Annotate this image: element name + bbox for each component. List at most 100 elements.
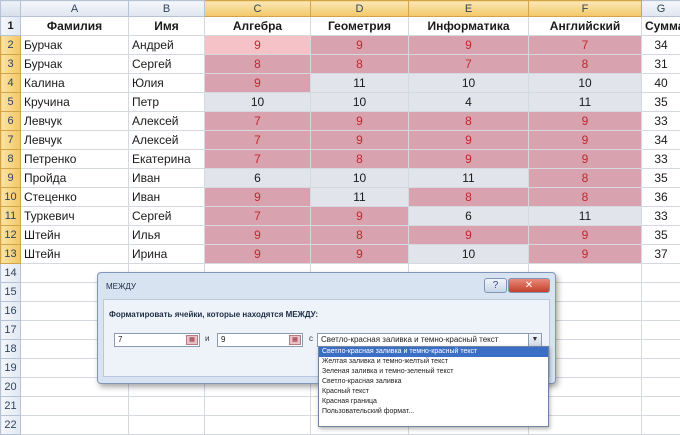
surname-cell[interactable]: Кручина [21, 93, 129, 112]
sum-cell[interactable]: 34 [642, 131, 680, 150]
name-cell[interactable]: Алексей [129, 112, 205, 131]
name-cell[interactable]: Юлия [129, 74, 205, 93]
format-option[interactable]: Светло-красная заливка и темно-красный т… [319, 347, 548, 357]
score-cell[interactable]: 9 [529, 112, 642, 131]
score-cell[interactable]: 9 [409, 36, 529, 55]
help-button[interactable]: ? [484, 278, 507, 293]
empty-cell[interactable] [642, 378, 680, 397]
score-cell[interactable]: 10 [311, 93, 409, 112]
sum-cell[interactable]: 33 [642, 112, 680, 131]
score-cell[interactable]: 9 [205, 226, 311, 245]
row-header[interactable]: 12 [1, 226, 21, 245]
row-header[interactable]: 5 [1, 93, 21, 112]
score-cell[interactable]: 8 [529, 188, 642, 207]
empty-cell[interactable] [642, 340, 680, 359]
range-select-icon[interactable]: ▦ [289, 335, 301, 345]
score-cell[interactable]: 8 [311, 226, 409, 245]
surname-cell[interactable]: Штейн [21, 226, 129, 245]
name-cell[interactable]: Екатерина [129, 150, 205, 169]
score-cell[interactable]: 9 [529, 245, 642, 264]
score-cell[interactable]: 8 [205, 55, 311, 74]
row-header[interactable]: 7 [1, 131, 21, 150]
sum-cell[interactable]: 37 [642, 245, 680, 264]
format-select[interactable]: Светло-красная заливка и темно-красный т… [317, 333, 542, 347]
score-cell[interactable]: 9 [409, 131, 529, 150]
format-option[interactable]: Красная граница [319, 397, 548, 407]
row-header[interactable]: 14 [1, 264, 21, 283]
surname-cell[interactable]: Левчук [21, 112, 129, 131]
empty-cell[interactable] [205, 397, 311, 416]
name-cell[interactable]: Алексей [129, 131, 205, 150]
surname-cell[interactable]: Бурчак [21, 36, 129, 55]
row-header[interactable]: 3 [1, 55, 21, 74]
row-header[interactable]: 4 [1, 74, 21, 93]
name-cell[interactable]: Андрей [129, 36, 205, 55]
score-cell[interactable]: 9 [529, 226, 642, 245]
empty-cell[interactable] [642, 264, 680, 283]
score-cell[interactable]: 9 [205, 188, 311, 207]
column-header-g[interactable]: G [642, 1, 680, 17]
score-cell[interactable]: 8 [529, 55, 642, 74]
format-option[interactable]: Пользовательский формат... [319, 407, 548, 417]
name-cell[interactable]: Сергей [129, 55, 205, 74]
row-header[interactable]: 6 [1, 112, 21, 131]
score-cell[interactable]: 8 [409, 188, 529, 207]
row-header[interactable]: 2 [1, 36, 21, 55]
empty-cell[interactable] [642, 302, 680, 321]
empty-cell[interactable] [205, 416, 311, 435]
sum-cell[interactable]: 35 [642, 226, 680, 245]
name-cell[interactable]: Иван [129, 188, 205, 207]
select-all-corner[interactable] [1, 1, 21, 17]
header-cell[interactable]: Фамилия [21, 17, 129, 36]
row-header[interactable]: 15 [1, 283, 21, 302]
name-cell[interactable]: Илья [129, 226, 205, 245]
score-cell[interactable]: 8 [409, 112, 529, 131]
score-cell[interactable]: 11 [529, 93, 642, 112]
sum-cell[interactable]: 35 [642, 169, 680, 188]
chevron-down-icon[interactable]: ▼ [528, 334, 541, 346]
score-cell[interactable]: 6 [205, 169, 311, 188]
score-cell[interactable]: 10 [205, 93, 311, 112]
column-header-c[interactable]: C [205, 1, 311, 17]
row-header[interactable]: 21 [1, 397, 21, 416]
sum-cell[interactable]: 33 [642, 207, 680, 226]
score-cell[interactable]: 7 [409, 55, 529, 74]
surname-cell[interactable]: Бурчак [21, 55, 129, 74]
score-cell[interactable]: 9 [409, 226, 529, 245]
surname-cell[interactable]: Калина [21, 74, 129, 93]
name-cell[interactable]: Иван [129, 169, 205, 188]
score-cell[interactable]: 11 [311, 188, 409, 207]
format-option[interactable]: Красный текст [319, 387, 548, 397]
score-cell[interactable]: 7 [205, 112, 311, 131]
score-cell[interactable]: 9 [311, 36, 409, 55]
row-header[interactable]: 11 [1, 207, 21, 226]
empty-cell[interactable] [129, 397, 205, 416]
score-cell[interactable]: 11 [529, 207, 642, 226]
row-header[interactable]: 8 [1, 150, 21, 169]
upper-bound-input[interactable]: 9 ▦ [217, 333, 303, 347]
score-cell[interactable]: 11 [311, 74, 409, 93]
score-cell[interactable]: 7 [205, 150, 311, 169]
column-header-a[interactable]: A [21, 1, 129, 17]
empty-cell[interactable] [642, 397, 680, 416]
empty-cell[interactable] [642, 416, 680, 435]
column-header-e[interactable]: E [409, 1, 529, 17]
row-header[interactable]: 13 [1, 245, 21, 264]
name-cell[interactable]: Ирина [129, 245, 205, 264]
sum-cell[interactable]: 34 [642, 36, 680, 55]
row-header[interactable]: 1 [1, 17, 21, 36]
row-header[interactable]: 19 [1, 359, 21, 378]
score-cell[interactable]: 9 [311, 112, 409, 131]
score-cell[interactable]: 10 [311, 169, 409, 188]
row-header[interactable]: 9 [1, 169, 21, 188]
empty-cell[interactable] [21, 416, 129, 435]
surname-cell[interactable]: Пройда [21, 169, 129, 188]
format-option[interactable]: Светло-красная заливка [319, 377, 548, 387]
sum-cell[interactable]: 33 [642, 150, 680, 169]
row-header[interactable]: 22 [1, 416, 21, 435]
score-cell[interactable]: 9 [409, 150, 529, 169]
range-select-icon[interactable]: ▦ [186, 335, 198, 345]
score-cell[interactable]: 8 [311, 150, 409, 169]
row-header[interactable]: 20 [1, 378, 21, 397]
name-cell[interactable]: Петр [129, 93, 205, 112]
